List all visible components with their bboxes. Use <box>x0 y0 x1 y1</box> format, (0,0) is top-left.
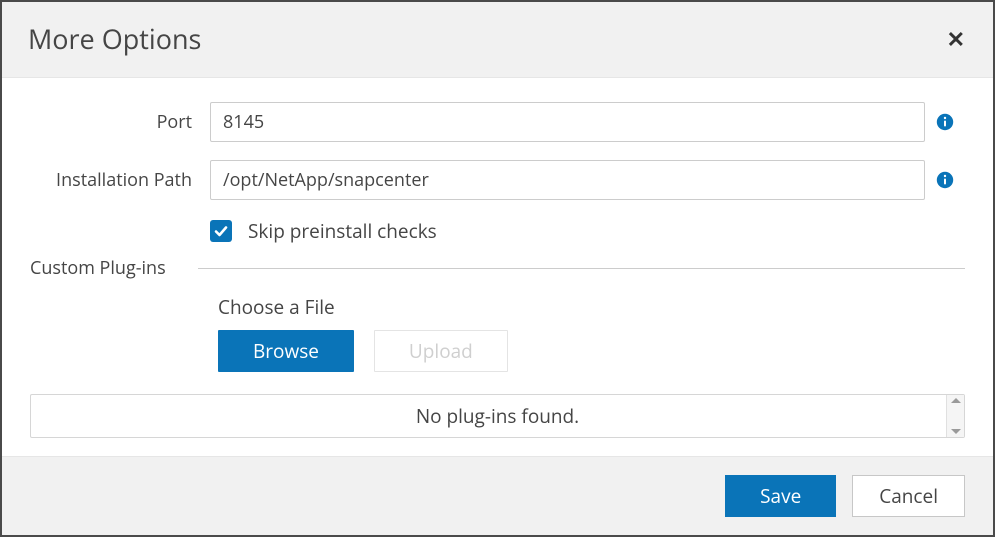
skip-preinstall-row: Skip preinstall checks <box>210 218 965 244</box>
scrollbar[interactable] <box>946 395 964 437</box>
upload-button: Upload <box>374 330 508 372</box>
install-path-input[interactable] <box>210 160 925 200</box>
more-options-modal: More Options ✕ Port Installation Path <box>0 0 995 537</box>
skip-preinstall-checkbox[interactable] <box>210 220 232 242</box>
install-path-row: Installation Path <box>30 160 965 200</box>
info-icon[interactable] <box>936 113 954 131</box>
scroll-down-icon[interactable] <box>951 429 961 434</box>
scroll-up-icon[interactable] <box>951 398 961 403</box>
skip-preinstall-label: Skip preinstall checks <box>248 218 437 244</box>
port-input[interactable] <box>210 102 925 142</box>
custom-plugins-section: Custom Plug-ins <box>30 256 965 280</box>
modal-body: Port Installation Path Skip preinstall c… <box>2 78 993 456</box>
plugin-list-empty-text: No plug-ins found. <box>416 403 579 429</box>
file-upload-area: Choose a File Browse Upload <box>218 294 965 372</box>
choose-file-label: Choose a File <box>218 294 965 320</box>
browse-button[interactable]: Browse <box>218 330 354 372</box>
install-path-label: Installation Path <box>30 168 210 192</box>
plugin-list: No plug-ins found. <box>30 394 965 438</box>
modal-header: More Options ✕ <box>2 2 993 78</box>
port-row: Port <box>30 102 965 142</box>
cancel-button[interactable]: Cancel <box>852 475 965 517</box>
modal-footer: Save Cancel <box>2 456 993 535</box>
port-label: Port <box>30 110 210 134</box>
modal-title: More Options <box>28 20 201 57</box>
close-icon[interactable]: ✕ <box>943 28 969 50</box>
section-divider <box>198 268 965 269</box>
custom-plugins-title: Custom Plug-ins <box>30 256 176 280</box>
info-icon[interactable] <box>936 171 954 189</box>
save-button[interactable]: Save <box>725 475 836 517</box>
